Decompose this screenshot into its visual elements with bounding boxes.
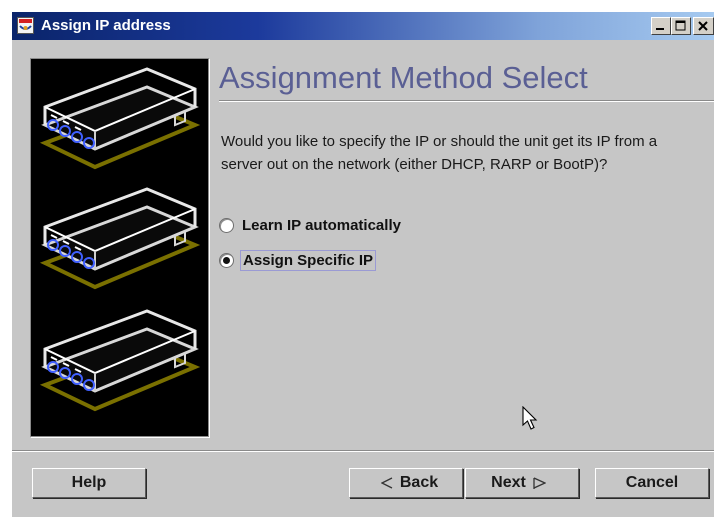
radio-dot (223, 256, 230, 264)
footer-divider (12, 450, 714, 452)
network-device-image (43, 67, 197, 411)
help-button[interactable]: Help (32, 468, 146, 498)
title-bar[interactable]: Assign IP address (12, 12, 714, 40)
app-icon (17, 17, 34, 34)
maximize-button[interactable] (671, 17, 691, 35)
next-arrow-icon (533, 476, 546, 489)
question-text: Would you like to specify the IP or shou… (221, 133, 658, 173)
heading-divider (219, 100, 714, 102)
close-button[interactable] (693, 17, 714, 35)
option-label[interactable]: Assign Specific IP (240, 249, 377, 271)
back-button[interactable]: Back (349, 468, 463, 498)
maximize-icon (675, 20, 686, 31)
mouse-pointer-icon (522, 406, 538, 430)
cancel-button[interactable]: Cancel (595, 468, 709, 498)
cancel-label: Cancel (625, 474, 679, 491)
option-assign-specific-ip[interactable]: Assign Specific IP (219, 249, 377, 271)
option-learn-ip-automatically[interactable]: Learn IP automatically (219, 214, 403, 236)
minimize-icon (656, 28, 664, 30)
help-label: Help (71, 474, 107, 491)
next-label: Next (491, 474, 526, 491)
back-label: Back (399, 474, 439, 491)
option-label[interactable]: Learn IP automatically (240, 216, 403, 235)
back-arrow-icon (380, 477, 393, 489)
next-button[interactable]: Next (465, 468, 579, 498)
assign-ip-dialog: Assign IP address Assignment Method Sele… (12, 12, 714, 517)
radio-selected-icon[interactable] (219, 252, 234, 268)
radio-unselected-icon[interactable] (219, 217, 234, 233)
page-title: Assignment Method Select (219, 60, 588, 95)
close-icon (698, 21, 708, 31)
window-title: Assign IP address (41, 17, 171, 34)
minimize-button[interactable] (651, 17, 671, 35)
device-illustration (30, 58, 209, 437)
